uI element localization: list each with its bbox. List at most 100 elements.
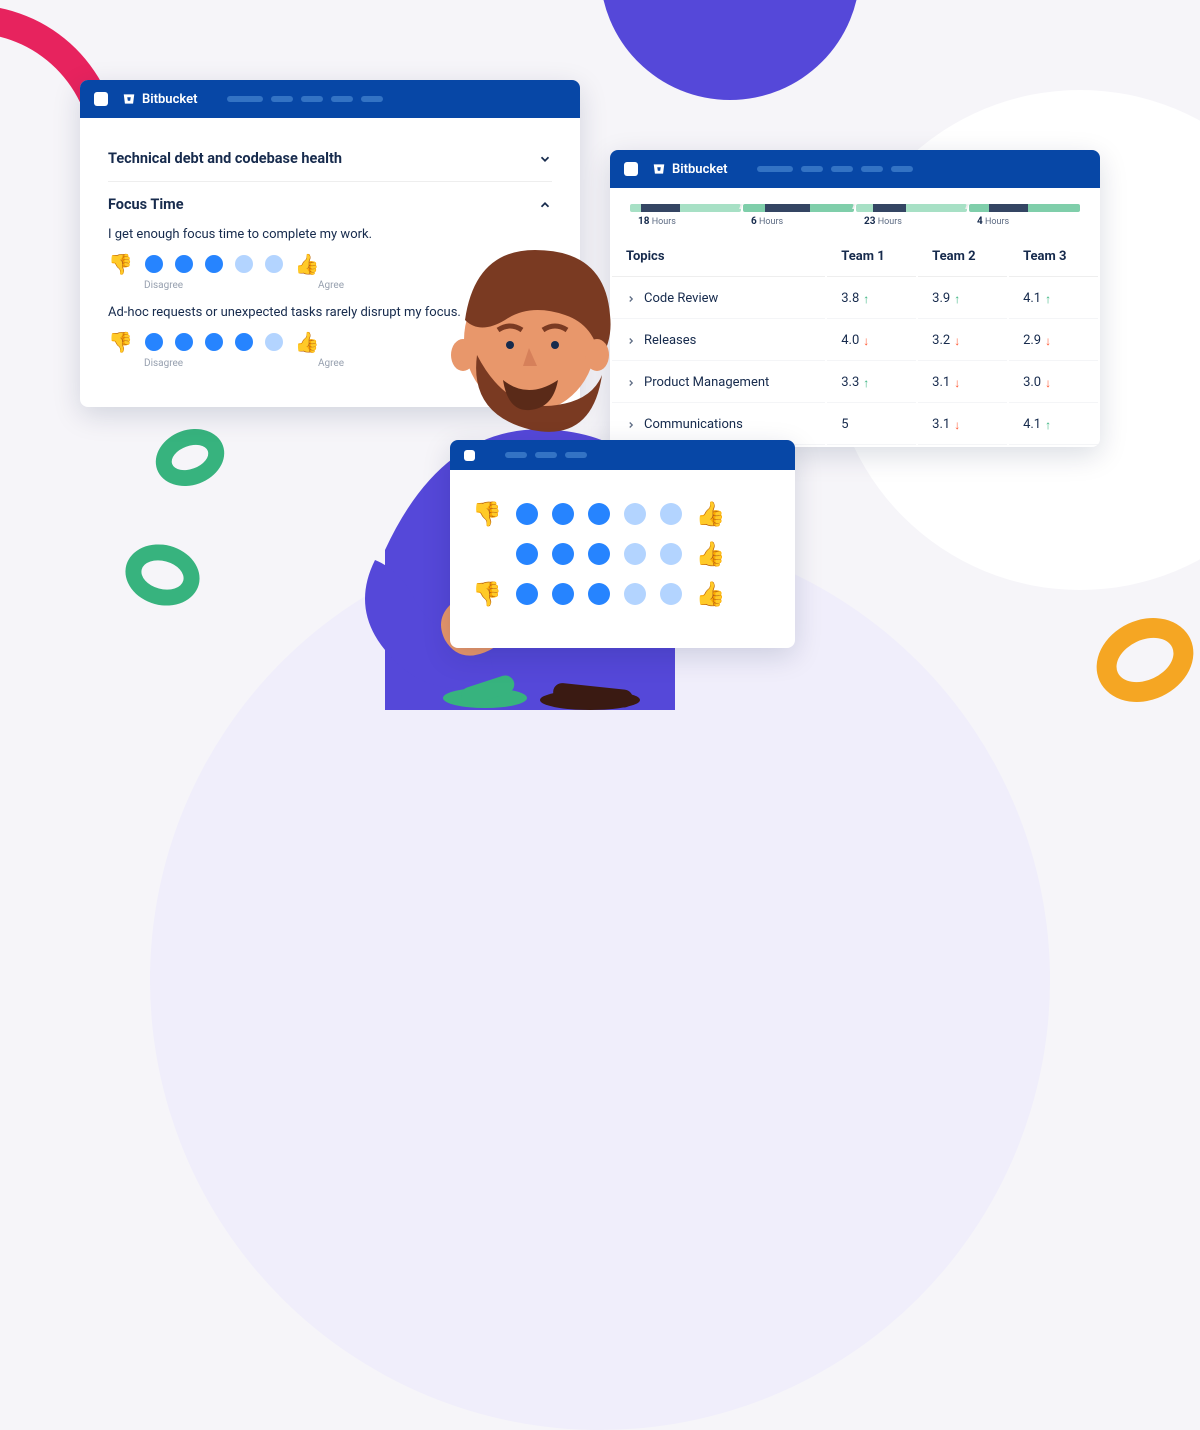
likert-option-2[interactable] xyxy=(175,333,193,351)
likert-option-1[interactable] xyxy=(145,255,163,273)
likert-option-1[interactable] xyxy=(145,333,163,351)
held-survey-card: 👎 👍 👎 👍 👎 👍 xyxy=(450,440,795,648)
likert-label-agree: Agree xyxy=(318,280,344,291)
timeline-segment: 4 Hours xyxy=(969,204,1080,227)
likert-option[interactable] xyxy=(588,583,610,605)
accordion-title: Focus Time xyxy=(108,196,184,213)
metric-value: 3.1 ↓ xyxy=(932,417,960,432)
accordion-item-focus-time[interactable]: Focus Time I get enough focus time to co… xyxy=(108,182,552,383)
titlebar-tabs-placeholder xyxy=(757,166,913,172)
chevron-right-icon xyxy=(626,420,636,430)
metric-value: 3.8 ↑ xyxy=(841,291,869,306)
likert-scale: 👎 👍 xyxy=(108,252,552,276)
col-team2: Team 2 xyxy=(918,237,1007,277)
col-team3: Team 3 xyxy=(1009,237,1098,277)
likert-scale: 👎 👍 xyxy=(472,540,773,568)
likert-option[interactable] xyxy=(516,503,538,525)
timeline-segment: 23 Hours xyxy=(856,204,967,227)
table-row[interactable]: Releases4.0 ↓3.2 ↓2.9 ↓ xyxy=(612,321,1098,361)
bitbucket-logo-icon xyxy=(122,92,136,106)
likert-option[interactable] xyxy=(552,543,574,565)
table-row[interactable]: Communications 5 3.1 ↓ 4.1 ↑ xyxy=(612,405,1098,445)
metric-value: 5 xyxy=(841,417,848,432)
thumbs-up-icon: 👍 xyxy=(696,500,726,528)
accordion-title: Technical debt and codebase health xyxy=(108,150,342,167)
app-brand: Bitbucket xyxy=(122,92,197,107)
thumbs-down-icon: 👎 xyxy=(108,330,133,354)
window-titlebar xyxy=(450,440,795,470)
likert-option[interactable] xyxy=(660,543,682,565)
accordion-item-tech-debt[interactable]: Technical debt and codebase health xyxy=(108,136,552,182)
thumbs-down-icon: 👎 xyxy=(472,500,502,528)
metric-value: 4.0 ↓ xyxy=(841,333,869,348)
window-titlebar: Bitbucket xyxy=(80,80,580,118)
metrics-window: Bitbucket 18 Hours 6 Hours 23 Hours 4 Ho… xyxy=(610,150,1100,447)
thumbs-up-icon: 👍 xyxy=(696,540,726,568)
likert-label-disagree: Disagree xyxy=(144,358,183,369)
thumbs-up-icon: 👍 xyxy=(295,330,320,354)
bitbucket-logo-icon xyxy=(652,162,666,176)
window-control-icon[interactable] xyxy=(464,450,475,461)
chevron-up-icon xyxy=(538,198,552,212)
metric-value: 3.9 ↑ xyxy=(932,291,960,306)
titlebar-tabs-placeholder xyxy=(505,452,587,458)
likert-option[interactable] xyxy=(624,543,646,565)
topic-name: Releases xyxy=(644,333,696,348)
timeline-segment: 18 Hours xyxy=(630,204,741,227)
likert-option[interactable] xyxy=(516,583,538,605)
likert-option-3[interactable] xyxy=(205,333,223,351)
metric-value: 3.0 ↓ xyxy=(1023,375,1051,390)
likert-option-3[interactable] xyxy=(205,255,223,273)
timeline-segment: 6 Hours xyxy=(743,204,854,227)
likert-option[interactable] xyxy=(588,543,610,565)
window-control-icon[interactable] xyxy=(624,162,638,176)
likert-option[interactable] xyxy=(624,583,646,605)
survey-question: Ad-hoc requests or unexpected tasks rare… xyxy=(108,305,552,320)
metric-value: 4.1 ↑ xyxy=(1023,417,1051,432)
likert-label-agree: Agree xyxy=(318,358,344,369)
likert-option[interactable] xyxy=(660,503,682,525)
chevron-right-icon xyxy=(626,336,636,346)
table-row[interactable]: Product Management 3.3 ↑ 3.1 ↓ 3.0 ↓ xyxy=(612,363,1098,403)
metric-value: 3.1 ↓ xyxy=(932,375,960,390)
likert-option-2[interactable] xyxy=(175,255,193,273)
chevron-right-icon xyxy=(626,294,636,304)
table-row[interactable]: Code Review3.8 ↑3.9 ↑4.1 ↑ xyxy=(612,279,1098,319)
app-brand: Bitbucket xyxy=(652,162,727,177)
thumbs-down-icon: 👎 xyxy=(472,580,502,608)
likert-scale: 👎 👍 xyxy=(108,330,552,354)
topic-name: Communications xyxy=(644,417,743,432)
metrics-table: Topics Team 1 Team 2 Team 3 Code Review 3… xyxy=(610,235,1100,447)
col-topics: Topics xyxy=(612,237,825,277)
chevron-down-icon xyxy=(538,152,552,166)
likert-scale: 👎 👍 xyxy=(472,500,773,528)
window-titlebar: Bitbucket xyxy=(610,150,1100,188)
likert-option-4[interactable] xyxy=(235,333,253,351)
likert-option[interactable] xyxy=(624,503,646,525)
titlebar-tabs-placeholder xyxy=(227,96,383,102)
metric-value: 3.3 ↑ xyxy=(841,375,869,390)
col-team1: Team 1 xyxy=(827,237,916,277)
thumbs-down-icon: 👎 xyxy=(108,252,133,276)
likert-option[interactable] xyxy=(516,543,538,565)
likert-option[interactable] xyxy=(660,583,682,605)
topic-name: Product Management xyxy=(644,375,769,390)
thumbs-up-icon: 👍 xyxy=(295,252,320,276)
likert-option-5[interactable] xyxy=(265,333,283,351)
topic-name: Code Review xyxy=(644,291,718,306)
survey-window: Bitbucket Technical debt and codebase he… xyxy=(80,80,580,407)
likert-scale: 👎 👍 xyxy=(472,580,773,608)
likert-option[interactable] xyxy=(552,503,574,525)
likert-label-disagree: Disagree xyxy=(144,280,183,291)
window-control-icon[interactable] xyxy=(94,92,108,106)
likert-option[interactable] xyxy=(552,583,574,605)
likert-option-4[interactable] xyxy=(235,255,253,273)
likert-option-5[interactable] xyxy=(265,255,283,273)
bg-blob xyxy=(150,530,1050,1430)
timeline: 18 Hours 6 Hours 23 Hours 4 Hours xyxy=(610,188,1100,235)
bg-ring-orange xyxy=(1083,603,1200,718)
app-name: Bitbucket xyxy=(672,162,727,177)
likert-option[interactable] xyxy=(588,503,610,525)
bg-blob-purple xyxy=(600,0,860,100)
metric-value: 3.2 ↓ xyxy=(932,333,960,348)
